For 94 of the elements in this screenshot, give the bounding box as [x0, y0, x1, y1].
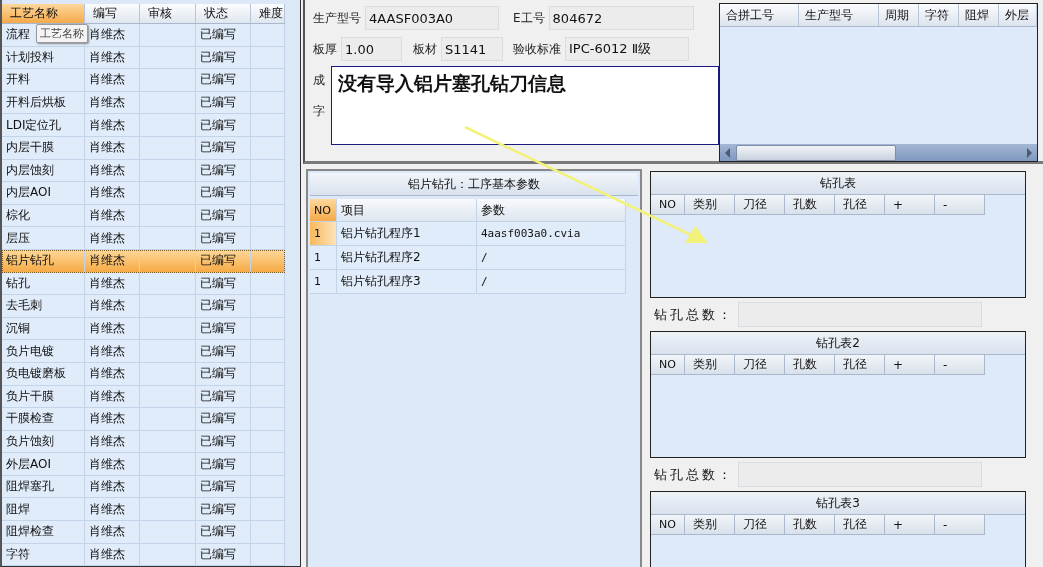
table-cell: 已编写 [196, 114, 251, 136]
table-cell: 阻焊检查 [2, 521, 85, 543]
table-cell: 已编写 [196, 521, 251, 543]
table-title: 钻孔表3 [651, 492, 1025, 515]
table-cell: 棕化 [2, 204, 85, 227]
table-cell: 已编写 [196, 317, 251, 340]
table-cell: 肖维杰 [85, 227, 140, 249]
table-cell: 肖维杰 [85, 385, 140, 408]
table-cell: 肖维杰 [85, 272, 140, 295]
field-label: 板材 [413, 40, 437, 58]
table-cell: 肖维杰 [85, 204, 140, 227]
table-cell: 肖维杰 [85, 340, 140, 362]
table-cell: 肖维杰 [85, 295, 140, 317]
table-cell: 铝片钻孔程序3 [337, 270, 477, 293]
table-cell: 开料后烘板 [2, 91, 85, 114]
table-cell: 铝片钻孔程序1 [337, 222, 477, 245]
table-cell: 钻孔 [2, 272, 85, 295]
table-cell: 肖维杰 [85, 453, 140, 475]
table-cell: 已编写 [196, 498, 251, 521]
table-cell: 内层蚀刻 [2, 159, 85, 182]
table-cell: 已编写 [196, 385, 251, 408]
table-cell: 已编写 [196, 408, 251, 430]
table-cell: 肖维杰 [85, 91, 140, 114]
table-cell: 字符 [2, 543, 85, 566]
table-cell: 已编写 [196, 91, 251, 114]
table-cell: 已编写 [196, 272, 251, 295]
field-label: 成 [313, 71, 325, 89]
table-cell: 已编写 [196, 430, 251, 453]
table-cell: 肖维杰 [85, 182, 140, 204]
table-cell: 肖维杰 [85, 136, 140, 159]
table-cell: 负片电镀 [2, 340, 85, 362]
table-cell: / [477, 246, 626, 269]
table-title: 钻孔表2 [651, 332, 1025, 355]
table-cell: 已编写 [196, 295, 251, 317]
table-cell: 已编写 [196, 362, 251, 385]
table-cell: 干膜检查 [2, 408, 85, 430]
table-cell: LDI定位孔 [2, 114, 85, 136]
table-cell: 肖维杰 [85, 475, 140, 498]
table-cell: 已编写 [196, 475, 251, 498]
table-cell: 肖维杰 [85, 159, 140, 182]
table-cell: 计划投料 [2, 46, 85, 69]
table-cell: 负片干膜 [2, 385, 85, 408]
table-cell: 去毛刺 [2, 295, 85, 317]
table-cell: 肖维杰 [85, 317, 140, 340]
table-cell: 沉铜 [2, 317, 85, 340]
field-label: 板厚 [313, 40, 337, 58]
field-label: E工号 [513, 9, 545, 27]
table-cell: 已编写 [196, 543, 251, 566]
table-cell: 层压 [2, 227, 85, 249]
table-cell: 肖维杰 [85, 521, 140, 543]
table-cell: 负片蚀刻 [2, 430, 85, 453]
table-cell: 肖维杰 [85, 46, 140, 69]
table-cell: 已编写 [196, 453, 251, 475]
field-label: 验收标准 [513, 40, 561, 58]
table-cell: 肖维杰 [85, 543, 140, 566]
table-cell: 已编写 [196, 204, 251, 227]
table-cell: 已编写 [196, 182, 251, 204]
table-cell: 已编写 [196, 227, 251, 249]
table-cell: 已编写 [196, 69, 251, 91]
table-cell: 1 [310, 270, 337, 293]
field-label: 钻孔总数： [654, 305, 734, 324]
table-cell: 已编写 [196, 159, 251, 182]
field-label: 字 [313, 102, 325, 120]
table-cell: 已编写 [196, 46, 251, 69]
table-cell: / [477, 270, 626, 293]
panel-title: 铝片钻孔：工序基本参数 [310, 173, 638, 196]
table-cell: 开料 [2, 69, 85, 91]
table-cell: 肖维杰 [85, 114, 140, 136]
table-cell: 阻焊塞孔 [2, 475, 85, 498]
table-cell: 外层AOI [2, 453, 85, 475]
tooltip: 工艺名称 [36, 24, 88, 43]
table-cell: 1 [310, 222, 337, 245]
table-cell: 负电镀磨板 [2, 362, 85, 385]
table-cell: 肖维杰 [85, 249, 140, 272]
table-cell: 已编写 [196, 249, 251, 272]
table-cell: 阻焊 [2, 498, 85, 521]
message-text: 没有导入铝片塞孔钻刀信息 [338, 72, 566, 94]
field-label: 钻孔总数： [654, 465, 734, 484]
table-cell: 肖维杰 [85, 408, 140, 430]
table-cell: 肖维杰 [85, 430, 140, 453]
table-cell: 铝片钻孔程序2 [337, 246, 477, 269]
table-cell: 4aasf003a0.cvia [477, 222, 626, 245]
table-title: 钻孔表 [651, 172, 1025, 195]
table-cell: 铝片钻孔 [2, 249, 85, 272]
table-cell: 已编写 [196, 340, 251, 362]
table-cell: 已编写 [196, 136, 251, 159]
field-label: 生产型号 [313, 9, 361, 27]
table-cell: 肖维杰 [85, 362, 140, 385]
table-cell: 内层AOI [2, 182, 85, 204]
table-cell: 已编写 [196, 24, 251, 46]
table-cell: 内层干膜 [2, 136, 85, 159]
table-cell: 肖维杰 [85, 69, 140, 91]
table-cell: 肖维杰 [85, 498, 140, 521]
table-cell: 1 [310, 246, 337, 269]
